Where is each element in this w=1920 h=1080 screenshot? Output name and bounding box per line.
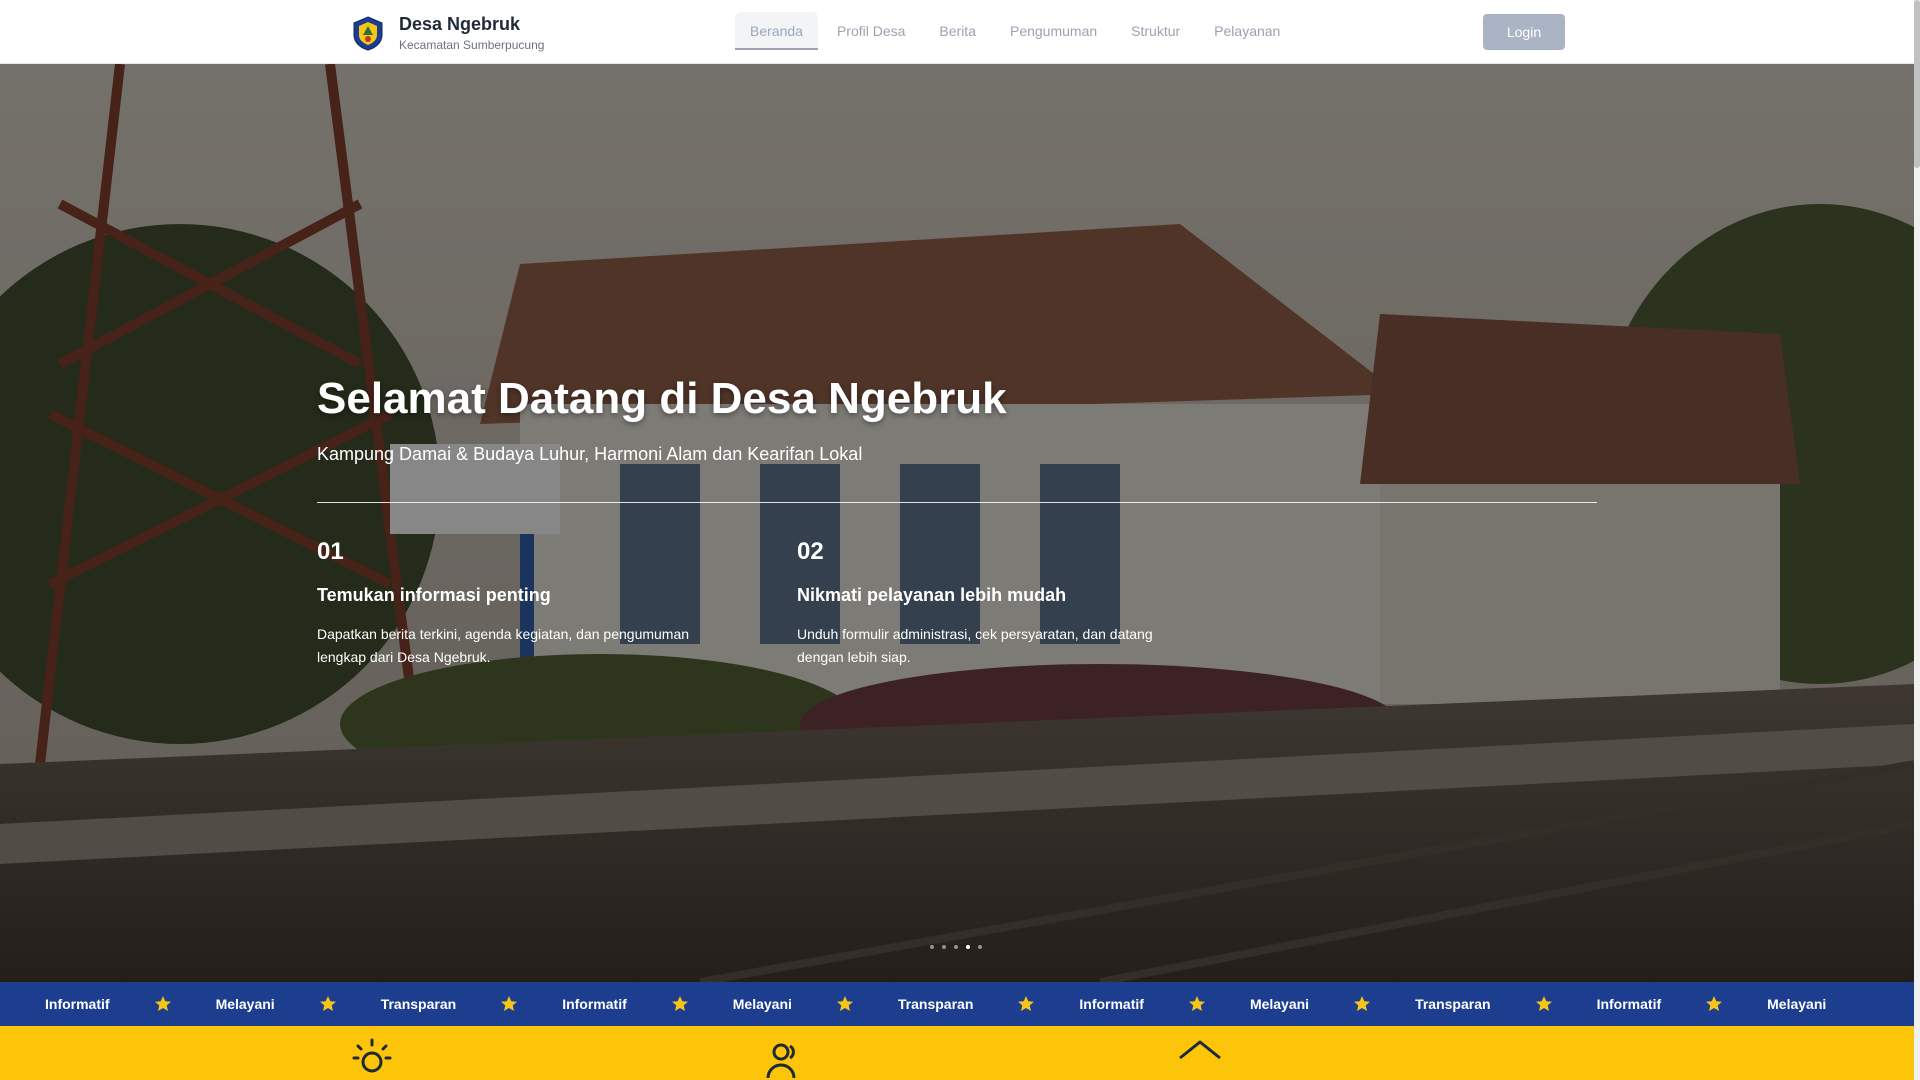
features-section	[0, 1026, 1914, 1080]
nav-struktur[interactable]: Struktur	[1116, 12, 1195, 50]
star-icon	[1018, 996, 1035, 1011]
ticker-word: Informatif	[1079, 996, 1144, 1012]
feature-title: Nikmati pelayanan lebih mudah	[797, 585, 1067, 605]
star-icon	[836, 996, 853, 1011]
star-icon	[1188, 996, 1205, 1011]
site-subtitle: Kecamatan Sumberpucung	[399, 38, 545, 52]
ticker-word: Informatif	[45, 996, 110, 1012]
nav-pelayanan[interactable]: Pelayanan	[1199, 12, 1295, 50]
slider-dots	[930, 945, 990, 949]
nav-beranda[interactable]: Beranda	[735, 12, 818, 50]
feature-number: 02	[797, 538, 824, 565]
login-button[interactable]: Login	[1483, 14, 1565, 50]
slider-dot[interactable]	[978, 945, 982, 949]
hero-slider: Selamat Datang di Desa Ngebruk Kampung D…	[0, 64, 1914, 982]
hero-divider	[317, 502, 1597, 503]
scrollbar-thumb[interactable]	[1914, 0, 1920, 168]
lightbulb-icon	[352, 1038, 392, 1073]
values-ticker: Informatif Melayani Transparan Informatif Me…	[0, 982, 1914, 1026]
star-icon	[1706, 996, 1723, 1011]
hero-content: Selamat Datang di Desa Ngebruk Kampung D…	[317, 373, 1597, 669]
hero-title: Selamat Datang di Desa Ngebruk	[317, 374, 1007, 423]
page-scrollbar[interactable]	[1914, 0, 1920, 1080]
hero-features: 01 Temukan informasi penting Dapatkan be…	[317, 537, 1597, 669]
ticker-word: Transparan	[897, 996, 974, 1012]
star-icon	[671, 996, 688, 1011]
brand[interactable]: Desa Ngebruk Kecamatan Sumberpucung	[351, 12, 544, 53]
ticker-track: Informatif Melayani Transparan Informatif Me…	[23, 982, 1848, 1026]
site-title: Desa Ngebruk	[399, 14, 521, 34]
feature-item: 02 Nikmati pelayanan lebih mudah Unduh f…	[797, 537, 1277, 669]
nav-pengumuman[interactable]: Pengumuman	[995, 12, 1112, 50]
nav-profil-desa[interactable]: Profil Desa	[822, 12, 920, 50]
users-icon	[766, 1043, 796, 1079]
ticker-word: Informatif	[1596, 996, 1662, 1012]
ticker-word: Informatif	[562, 996, 627, 1012]
star-icon	[1535, 996, 1552, 1011]
slider-dot[interactable]	[954, 945, 958, 949]
ticker-word: Transparan	[1415, 996, 1491, 1012]
ticker-word: Melayani	[732, 996, 792, 1012]
feature-item: 01 Temukan informasi penting Dapatkan be…	[317, 537, 797, 669]
feature-description: Dapatkan berita terkini, agenda kegiatan…	[317, 626, 690, 665]
site-header: Desa Ngebruk Kecamatan Sumberpucung Bera…	[0, 0, 1914, 64]
star-icon	[319, 996, 336, 1011]
star-icon	[154, 996, 171, 1011]
star-icon	[501, 996, 518, 1011]
feature-description: Unduh formulir administrasi, cek persyar…	[797, 626, 1153, 665]
ticker-word: Melayani	[1249, 996, 1310, 1012]
village-emblem-icon	[353, 15, 383, 51]
feature-title: Temukan informasi penting	[317, 585, 551, 605]
slider-dot[interactable]	[966, 945, 970, 949]
hero-subtitle: Kampung Damai & Budaya Luhur, Harmoni Al…	[317, 444, 863, 464]
slider-dot[interactable]	[930, 945, 934, 949]
ticker-word: Melayani	[1767, 996, 1827, 1012]
ticker-word: Melayani	[215, 996, 275, 1012]
ticker-word: Transparan	[380, 996, 457, 1012]
nav-berita[interactable]: Berita	[924, 12, 991, 50]
brand-text: Desa Ngebruk Kecamatan Sumberpucung	[399, 12, 544, 53]
home-icon	[1179, 1040, 1221, 1060]
slider-dot[interactable]	[942, 945, 946, 949]
star-icon	[1354, 996, 1371, 1011]
feature-number: 01	[317, 538, 344, 565]
main-nav: Beranda Profil Desa Berita Pengumuman St…	[735, 12, 1299, 50]
